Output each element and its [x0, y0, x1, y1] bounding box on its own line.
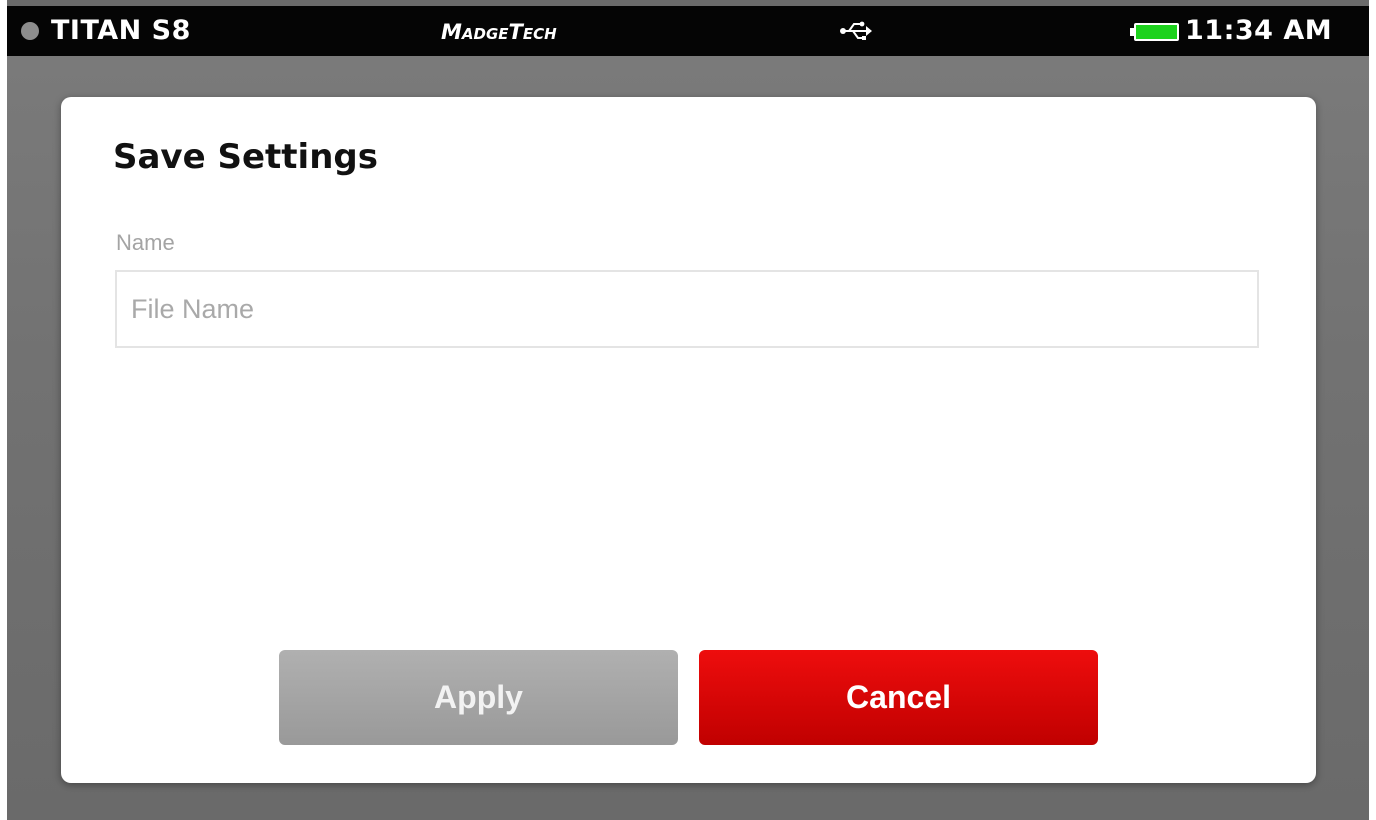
- apply-button[interactable]: Apply: [279, 650, 678, 745]
- battery-icon: [1130, 23, 1179, 41]
- dialog-title: Save Settings: [113, 137, 378, 177]
- status-indicator-icon: [21, 22, 39, 40]
- name-field-label: Name: [116, 230, 175, 255]
- device-frame-right: [1369, 0, 1376, 820]
- status-bar: TITAN S8 MadgeTech 11:34 AM: [7, 6, 1369, 56]
- usb-icon: [840, 21, 872, 40]
- file-name-input[interactable]: [115, 270, 1259, 348]
- save-settings-dialog: Save Settings Name Apply Cancel: [61, 97, 1316, 783]
- brand-logo: MadgeTech: [441, 20, 557, 44]
- device-name: TITAN S8: [51, 15, 191, 46]
- clock: 11:34 AM: [1185, 15, 1333, 46]
- device-frame-left: [0, 0, 7, 820]
- cancel-button[interactable]: Cancel: [699, 650, 1098, 745]
